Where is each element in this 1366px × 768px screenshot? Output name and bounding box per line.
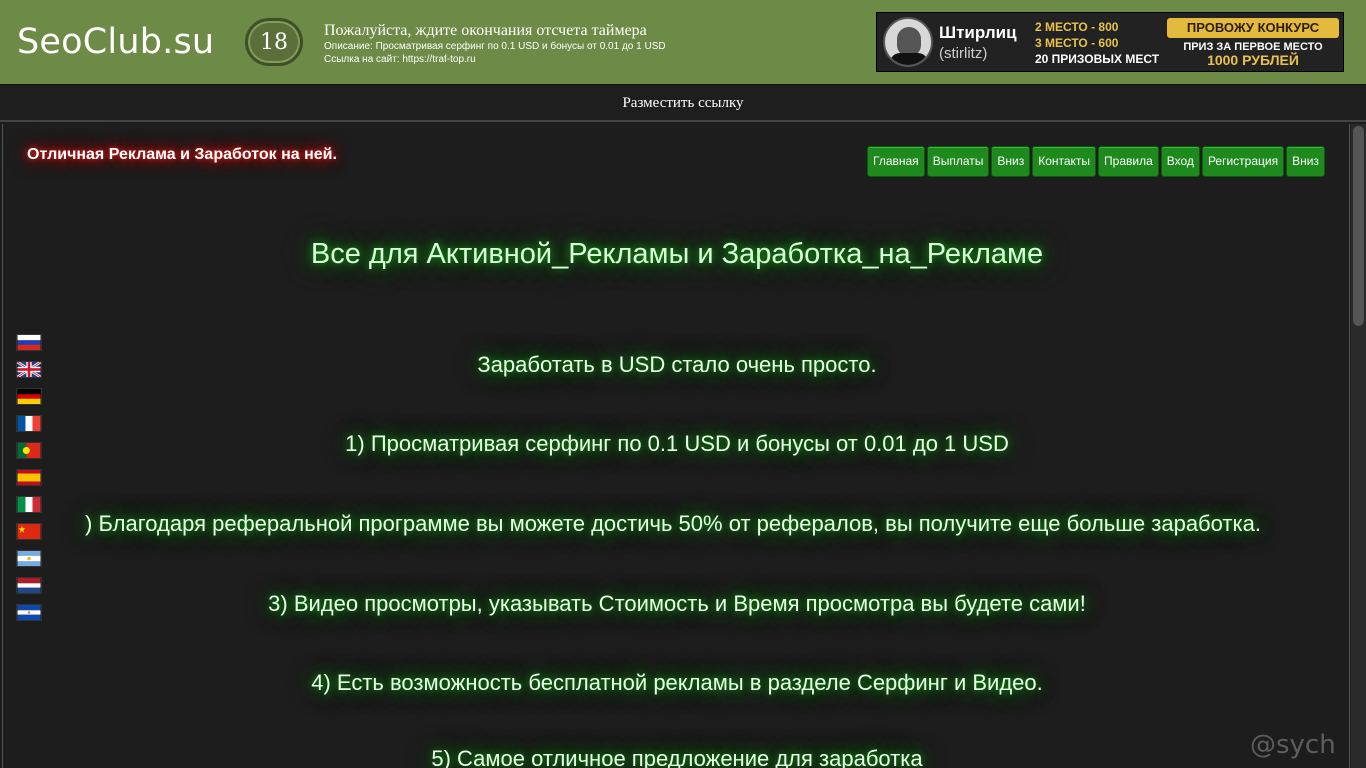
feature-line-2: ) Благодаря реферальной программе вы мож… — [85, 511, 1261, 536]
nav-home-button[interactable]: Главная — [867, 146, 925, 177]
scrollbar-thumb[interactable] — [1353, 126, 1364, 326]
prize-info: ПРИЗ ЗА ПЕРВОЕ МЕСТО 1000 РУБЛЕЙ — [1167, 41, 1339, 67]
nav-menu: Главная Выплаты Вниз Контакты Правила Вх… — [867, 146, 1325, 177]
site-logo[interactable]: SeoClub.su — [17, 22, 214, 62]
banner-nick: (stirlitz) — [939, 45, 988, 62]
nav-down-button[interactable]: Вниз — [991, 146, 1031, 177]
page-headline: Все для Активной_Рекламы и Заработка_на_… — [310, 238, 1044, 270]
post-link-bar: Разместить ссылку — [0, 84, 1366, 122]
feature-line-3: 3) Видео просмотры, указывать Стоимость … — [268, 591, 1086, 616]
stirlitz-avatar — [883, 17, 933, 67]
prize-amount: 1000 РУБЛЕЙ — [1207, 52, 1299, 68]
nav-rules-button[interactable]: Правила — [1098, 146, 1159, 177]
feature-line-1: 1) Просматривая серфинг по 0.1 USD и бон… — [345, 431, 1009, 456]
site-link[interactable]: Ссылка на сайт: https://traf-top.ru — [324, 53, 666, 66]
page-scrollbar[interactable] — [1351, 124, 1366, 768]
spain-flag[interactable] — [16, 469, 42, 486]
place-2: 2 МЕСТО - 800 — [1035, 20, 1119, 34]
wait-message: Пожалуйста, ждите окончания отсчета тайм… — [324, 22, 647, 39]
countdown-timer: 18 — [245, 18, 303, 66]
netherlands-flag[interactable] — [16, 577, 42, 594]
banner-name: Штирлиц — [939, 23, 1017, 42]
language-flags — [16, 334, 42, 621]
intro-line: Заработать в USD стало очень просто. — [477, 352, 877, 377]
uk-flag[interactable] — [16, 361, 42, 378]
description-text: Описание: Просматривая серфинг по 0.1 US… — [324, 41, 666, 52]
feature-line-5: 5) Самое отличное предложение для зарабо… — [431, 746, 923, 768]
el-salvador-flag[interactable] — [16, 604, 42, 621]
contest-banner[interactable]: Штирлиц (stirlitz) 2 МЕСТО - 800 3 МЕСТО… — [876, 12, 1344, 72]
china-flag[interactable] — [16, 523, 42, 540]
germany-flag[interactable] — [16, 388, 42, 405]
top-header: SeoClub.su 18 Пожалуйста, ждите окончани… — [0, 0, 1366, 84]
argentina-flag[interactable] — [16, 550, 42, 567]
contest-label: ПРОВОЖУ КОНКУРС — [1167, 18, 1339, 38]
surf-description: Описание: Просматривая серфинг по 0.1 US… — [324, 40, 666, 66]
place-3: 3 МЕСТО - 600 — [1035, 36, 1119, 50]
watermark: @sych — [1250, 730, 1336, 760]
feature-line-4: 4) Есть возможность бесплатной рекламы в… — [311, 670, 1043, 695]
nav-login-button[interactable]: Вход — [1160, 146, 1200, 177]
italy-flag[interactable] — [16, 496, 42, 513]
nav-register-button[interactable]: Регистрация — [1201, 146, 1285, 177]
france-flag[interactable] — [16, 415, 42, 432]
main-content: Отличная Реклама и Заработок на ней. Гла… — [2, 124, 1350, 768]
nav-down-button-2[interactable]: Вниз — [1286, 146, 1325, 177]
russia-flag[interactable] — [16, 334, 42, 351]
prize-places: 20 ПРИЗОВЫХ МЕСТ — [1035, 52, 1160, 66]
portugal-flag[interactable] — [16, 442, 42, 459]
post-link-button[interactable]: Разместить ссылку — [0, 95, 1366, 112]
nav-contacts-button[interactable]: Контакты — [1032, 146, 1097, 177]
slogan: Отличная Реклама и Заработок на ней. — [27, 146, 337, 163]
banner-places: 2 МЕСТО - 800 3 МЕСТО - 600 20 ПРИЗОВЫХ … — [1035, 19, 1159, 67]
nav-payouts-button[interactable]: Выплаты — [926, 146, 990, 177]
